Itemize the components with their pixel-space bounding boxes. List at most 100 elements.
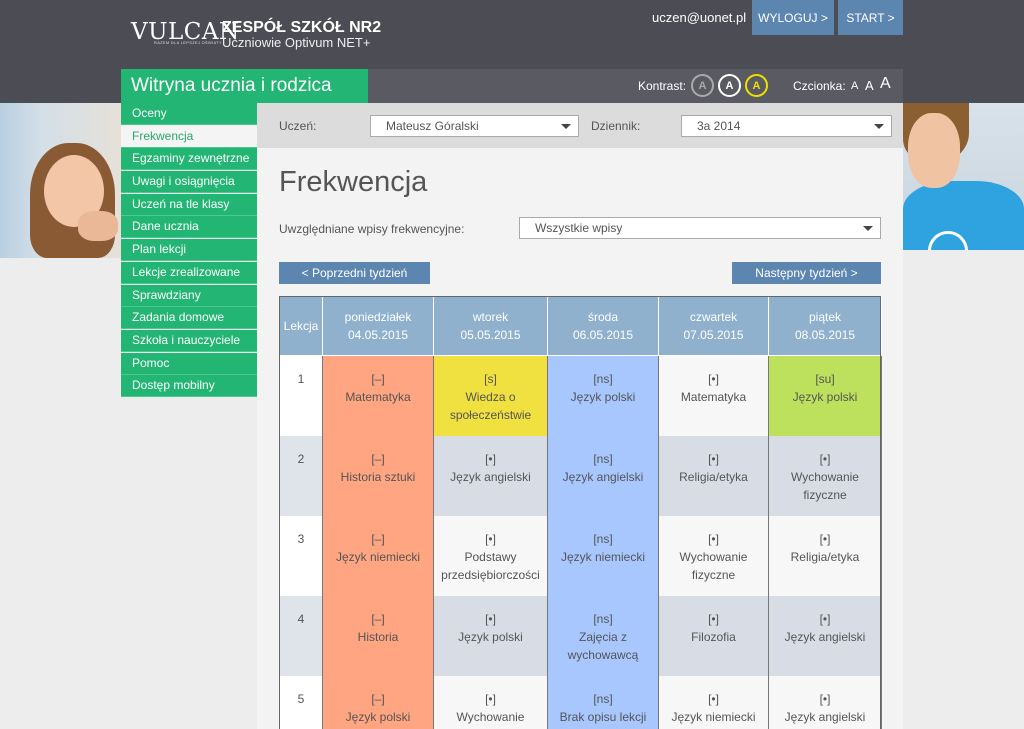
attendance-cell[interactable]: [•] Język angielski xyxy=(768,675,882,729)
font-medium-button[interactable]: A xyxy=(865,78,874,93)
attendance-code: [•] xyxy=(485,611,496,626)
attendance-cell[interactable]: [s] Wiedza o społeczeństwie xyxy=(433,355,548,436)
attendance-code: [•] xyxy=(819,611,831,626)
student-photo-right xyxy=(903,103,1024,250)
attendance-cell[interactable]: [•] Religia/etyka xyxy=(768,515,882,596)
day-name: środa xyxy=(587,310,619,324)
attendance-cell[interactable]: [ns] Język angielski xyxy=(547,435,659,516)
attendance-cell[interactable]: [–] Język polski xyxy=(322,675,434,729)
sidebar-menu: Oceny Frekwencja Egzaminy zewnętrzne Uwagi … xyxy=(121,103,257,398)
attendance-cell[interactable]: [•] Filozofia xyxy=(658,595,769,676)
subject-name: Język polski xyxy=(345,709,411,724)
attendance-cell[interactable]: [•] Język angielski xyxy=(433,435,548,516)
start-button[interactable]: START > xyxy=(838,0,903,35)
attendance-cell[interactable]: [ns] Brak opisu lekcji xyxy=(547,675,659,729)
subject-name: Religia/etyka xyxy=(679,469,748,484)
font-large-button[interactable]: A xyxy=(880,75,891,93)
sidebar-item-0[interactable]: Oceny xyxy=(121,103,257,125)
attendance-code: [–] xyxy=(371,531,385,546)
sidebar-item-7[interactable]: Lekcje zrealizowane xyxy=(121,261,257,284)
subject-name: Język niemiecki xyxy=(671,709,756,724)
attendance-cell[interactable]: [•] Wychowanie fizyczne xyxy=(768,435,882,516)
day-name: czwartek xyxy=(689,310,738,324)
day-column-header: środa 06.05.2015 xyxy=(547,296,659,356)
sidebar-item-3[interactable]: Uwagi i osiągnięcia xyxy=(121,171,257,194)
student-select[interactable]: Mateusz Góralski xyxy=(370,115,579,137)
logout-button[interactable]: WYLOGUJ > xyxy=(752,0,834,35)
entries-select[interactable]: Wszystkie wpisy xyxy=(519,217,881,239)
contrast-yellow-button[interactable]: A xyxy=(745,74,768,97)
attendance-code: [•] xyxy=(485,531,496,546)
font-small-button[interactable]: A xyxy=(851,80,858,92)
day-date: 04.05.2015 xyxy=(347,328,409,342)
attendance-cell[interactable]: [ns] Język niemiecki xyxy=(547,515,659,596)
journal-select-value: 3a 2014 xyxy=(697,119,741,133)
lesson-number: 1 xyxy=(279,355,323,436)
contrast-high-button[interactable]: A xyxy=(718,74,741,97)
sidebar-item-4[interactable]: Uczeń na tle klasy xyxy=(121,193,257,216)
contrast-label: Kontrast: xyxy=(638,79,687,93)
subject-name: Matematyka xyxy=(345,390,411,404)
day-name: piątek xyxy=(808,310,842,324)
attendance-cell[interactable]: [–] Historia xyxy=(322,595,434,676)
day-date: 07.05.2015 xyxy=(683,328,744,342)
next-week-button[interactable]: Następny tydzień > xyxy=(732,262,881,284)
attendance-code: [s] xyxy=(484,372,497,386)
attendance-cell[interactable]: [•] Wychowanie xyxy=(433,675,548,729)
lesson-number: 2 xyxy=(279,435,323,516)
contrast-normal-button[interactable]: A xyxy=(691,74,714,97)
attendance-cell[interactable]: [•] Religia/etyka xyxy=(658,435,769,516)
lesson-number: 4 xyxy=(279,595,323,676)
sidebar-item-1[interactable]: Frekwencja xyxy=(121,125,257,148)
sidebar-item-12[interactable]: Dostęp mobilny xyxy=(121,375,257,398)
attendance-cell[interactable]: [ns] Zajęcia z wychowawcą xyxy=(547,595,659,676)
chevron-down-icon xyxy=(561,124,571,129)
day-date: 06.05.2015 xyxy=(572,328,634,342)
lesson-number: 3 xyxy=(279,515,323,596)
attendance-code: [•] xyxy=(485,451,496,466)
subject-name: Język niemiecki xyxy=(335,549,421,564)
day-date: 08.05.2015 xyxy=(794,328,856,342)
sidebar-item-10[interactable]: Szkoła i nauczyciele xyxy=(121,329,257,352)
subject-name: Język angielski xyxy=(450,469,531,484)
subject-name: Matematyka xyxy=(680,390,747,404)
attendance-cell[interactable]: [–] Historia sztuki xyxy=(322,435,434,516)
attendance-cell[interactable]: [–] Matematyka xyxy=(322,355,434,436)
sidebar-item-8[interactable]: Sprawdziany xyxy=(121,284,257,307)
sidebar-item-9[interactable]: Zadania domowe xyxy=(121,307,257,330)
font-size-label: Czcionka: xyxy=(793,79,846,93)
attendance-code: [•] xyxy=(819,691,831,706)
day-column-header: piątek 08.05.2015 xyxy=(768,296,882,356)
day-date: 05.05.2015 xyxy=(460,328,521,342)
subject-name: Brak opisu lekcji xyxy=(559,709,647,724)
page-title: Frekwencja xyxy=(279,166,428,198)
table-row: 1 [–] Matematyka [s] Wiedza o społeczeństwie… xyxy=(279,355,882,436)
attendance-cell[interactable]: [•] Wychowanie fizyczne xyxy=(658,515,769,596)
subject-name: Wiedza o społeczeństwie xyxy=(449,390,532,422)
attendance-code: [su] xyxy=(815,372,835,386)
attendance-code: [•] xyxy=(485,691,496,706)
attendance-cell[interactable]: [•] Język angielski xyxy=(768,595,882,676)
subject-name: Wychowanie fizyczne xyxy=(679,549,748,582)
student-label: Uczeń: xyxy=(279,119,317,133)
student-photo-left xyxy=(0,103,121,258)
attendance-cell[interactable]: [•] Matematyka xyxy=(658,355,769,436)
entries-label: Uwzględniane wpisy frekwencyjne: xyxy=(279,222,465,236)
attendance-cell[interactable]: [•] Podstawy przedsiębiorczości xyxy=(433,515,548,596)
journal-select[interactable]: 3a 2014 xyxy=(681,115,892,137)
sidebar-item-11[interactable]: Pomoc xyxy=(121,352,257,375)
previous-week-button[interactable]: < Poprzedni tydzień xyxy=(279,262,430,284)
attendance-cell[interactable]: [ns] Język polski xyxy=(547,355,659,436)
lesson-number: 5 xyxy=(279,675,323,729)
sidebar-item-6[interactable]: Plan lekcji xyxy=(121,239,257,262)
attendance-cell[interactable]: [–] Język niemiecki xyxy=(322,515,434,596)
sidebar-item-5[interactable]: Dane ucznia xyxy=(121,216,257,239)
entries-select-value: Wszystkie wpisy xyxy=(535,221,623,235)
attendance-cell[interactable]: [•] Język polski xyxy=(433,595,548,676)
attendance-cell[interactable]: [su] Język polski xyxy=(768,355,882,436)
logo-tagline: RAZEM DLA LEPSZEJ OŚWIATY xyxy=(154,40,222,45)
attendance-code: [–] xyxy=(371,691,385,706)
sidebar-item-2[interactable]: Egzaminy zewnętrzne xyxy=(121,148,257,171)
subject-name: Wychowanie fizyczne xyxy=(791,469,859,502)
attendance-cell[interactable]: [•] Język niemiecki xyxy=(658,675,769,729)
